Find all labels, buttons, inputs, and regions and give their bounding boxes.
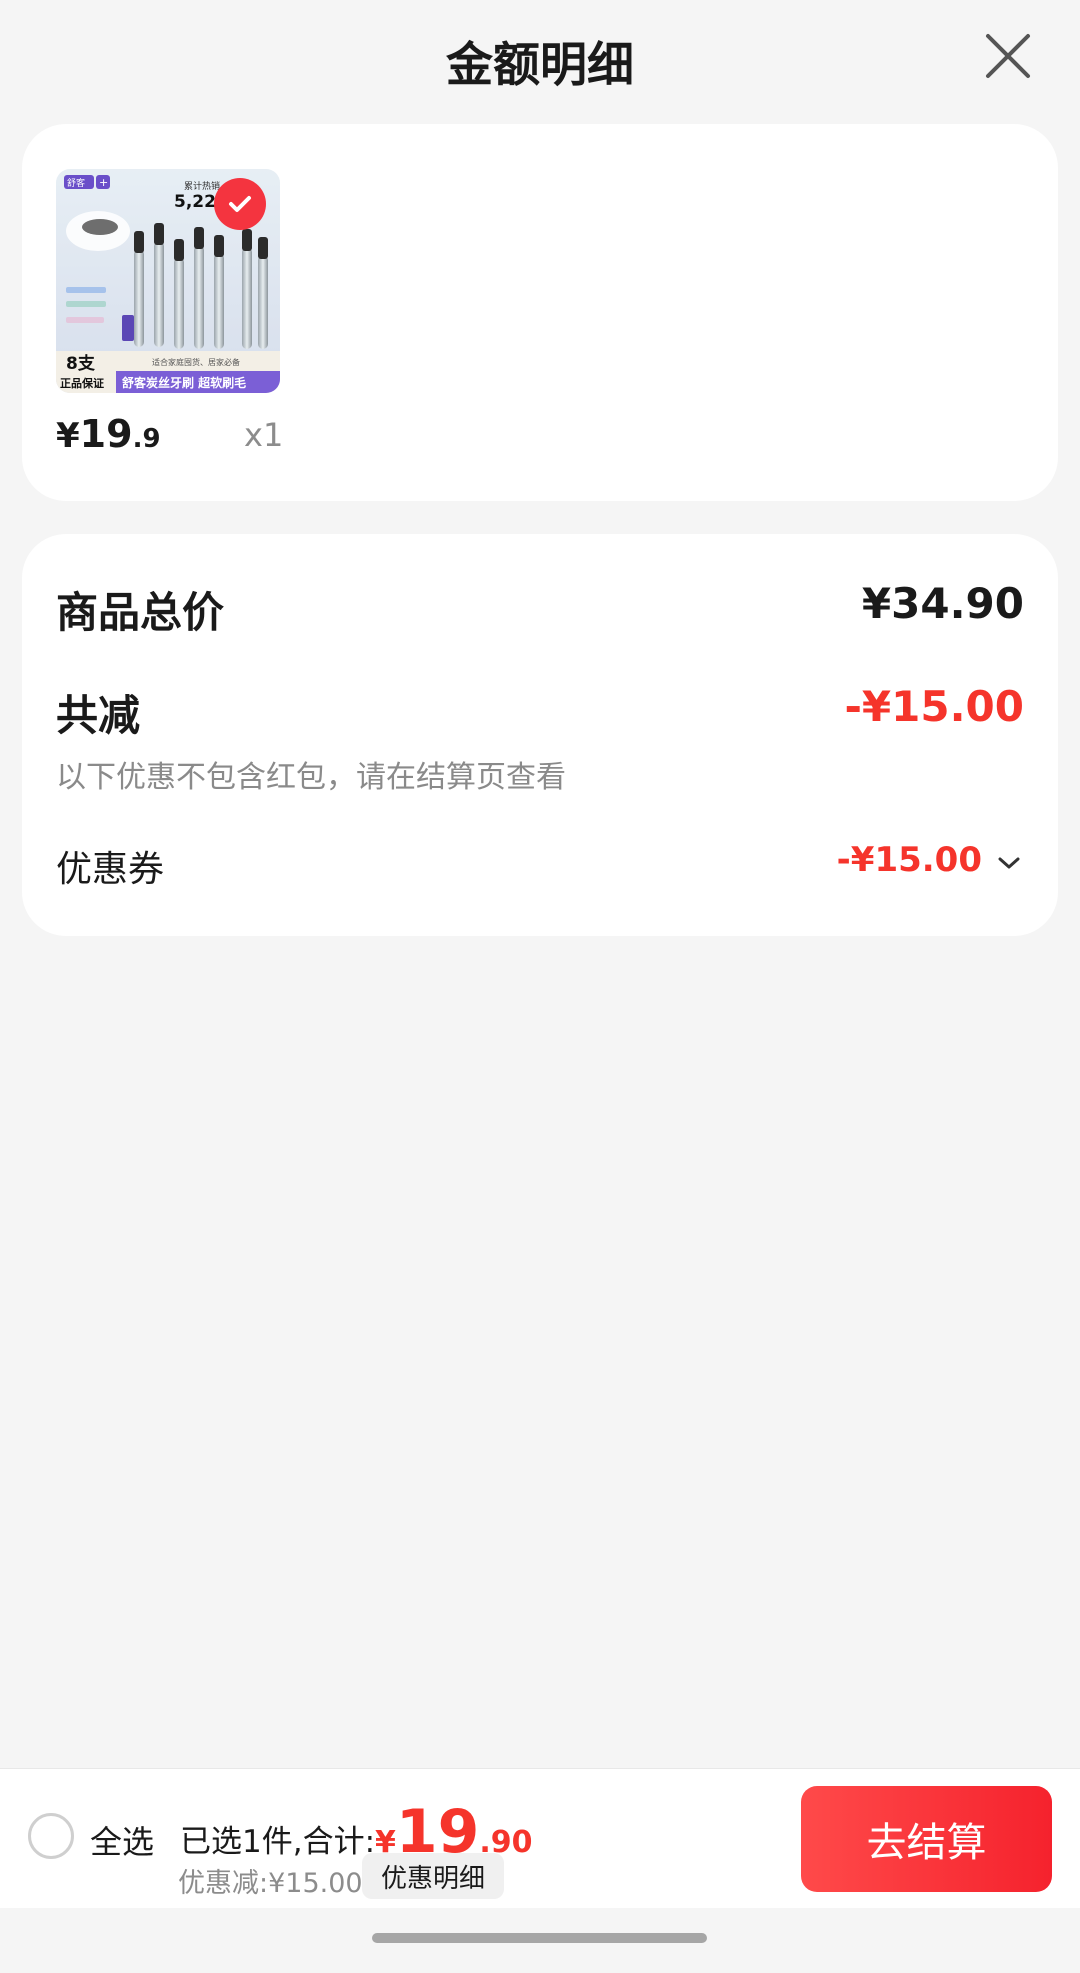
product-card: 舒客 + 累计热销 5,220 适合家庭囤货、居家必备 舒客炭丝牙刷 超软刷毛 … [22,124,1058,501]
header: 金额明细 [0,0,1080,116]
product-quantity: x1 [244,416,284,454]
home-indicator[interactable] [372,1933,707,1943]
page-title: 金额明细 [446,38,634,93]
product-price: ¥19.9 [56,412,161,456]
product-image-tagline: 适合家庭囤货、居家必备 [152,357,240,367]
selected-count-text: 已选1件,合计: [180,1824,376,1860]
close-button[interactable] [982,30,1034,82]
product-image-banner: 舒客炭丝牙刷 超软刷毛 [121,375,246,390]
total-reduction-label: 共减 [56,691,141,740]
select-all-radio[interactable] [28,1813,74,1859]
chevron-down-icon[interactable] [998,856,1020,870]
bottom-checkout-bar: 全选 已选1件,合计:¥19.90 优惠减:¥15.00 优惠明细 去结算 [0,1768,1080,1908]
checkout-button[interactable]: 去结算 [801,1786,1052,1892]
close-icon[interactable] [982,30,1034,82]
total-price-value: ¥34.90 [861,579,1024,628]
product-price-currency: ¥ [56,416,80,456]
svg-text:+: + [99,176,108,189]
coupon-value[interactable]: -¥15.00 [837,840,982,880]
discount-text: 优惠减:¥15.00 [178,1868,363,1899]
product-image-count: 8支 [66,353,96,374]
product-image-guarantee: 正品保证 [60,376,104,390]
reduction-note: 以下优惠不包含红包，请在结算页查看 [56,760,566,795]
product-price-integer: 19 [79,412,133,456]
product-price-decimal: .9 [132,424,161,454]
coupon-label[interactable]: 优惠券 [56,840,164,892]
discount-detail-button[interactable]: 优惠明细 [362,1853,504,1899]
summary-card: 商品总价 ¥34.90 共减 -¥15.00 以下优惠不包含红包，请在结算页查看… [22,534,1058,936]
total-price-label: 商品总价 [56,588,225,637]
product-selected-checkbox[interactable] [214,178,266,230]
product-image-brand: 舒客 [67,177,85,189]
total-reduction-value: -¥15.00 [844,682,1024,731]
check-icon [229,196,251,212]
select-all-label[interactable]: 全选 [90,1817,154,1863]
product-image-stat-label: 累计热销 [184,180,220,192]
